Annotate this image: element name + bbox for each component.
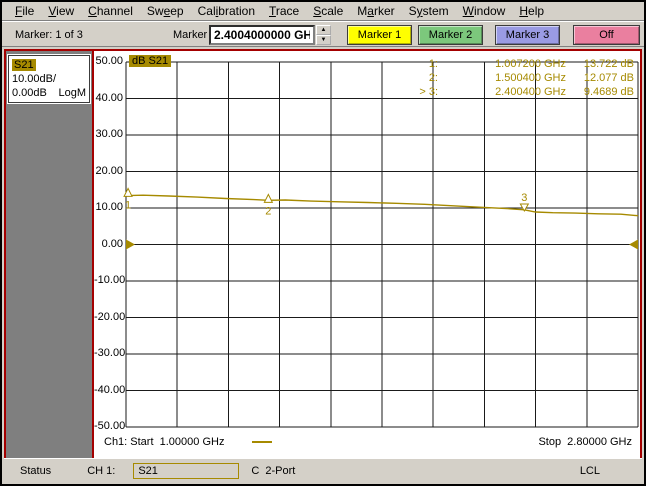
menu-item-system[interactable]: System [402,3,456,19]
trace-title-badge: dB S21 [129,55,172,67]
menu-bar: File View Channel Sweep Calibration Trac… [2,2,644,21]
y-axis-tick-label: -10.00 [94,274,126,286]
trace-scale-label: 10.00dB/ [12,73,57,85]
marker-number: 1 [125,199,131,211]
trace-reference-label: 0.00dB [12,87,47,99]
trace-status-panel: S21 10.00dB/ 0.00dB LogM [6,51,94,458]
calibration-status-label: C 2-Port [251,464,296,477]
menu-item-marker[interactable]: Marker [350,3,401,19]
y-axis-tick-label: 40.00 [95,91,123,104]
trace-plot[interactable]: 1 2 3 [123,61,639,428]
y-axis-tick-label: 20.00 [95,164,123,177]
marker-off-button[interactable]: Off [573,25,640,45]
marker-frequency-input[interactable] [209,25,315,45]
marker-3-button[interactable]: Marker 3 [495,25,560,45]
marker-readout: 1: 1.007200 GHz 13.722 dB 2: 1.500400 GHz 12.… [406,58,634,99]
marker-readout-number: > 3: [419,86,438,98]
y-axis-tick-label: -40.00 [94,383,126,396]
menu-item-window[interactable]: Window [456,3,513,19]
marker-1-button[interactable]: Marker 1 [347,25,412,45]
graticule-area: dB S21 50.00 40.00 30.00 20.00 10.00 0.00 -10.… [94,51,640,458]
menu-item-file[interactable]: File [8,3,41,19]
y-axis-tick-label: -30.00 [94,347,126,359]
start-frequency-label: Ch1: Start 1.00000 GHz [104,436,225,448]
reference-level-arrow-right [629,239,638,250]
y-axis-tick-label: -50.00 [94,420,126,432]
menu-item-scale[interactable]: Scale [306,3,350,19]
menu-item-help[interactable]: Help [512,3,551,19]
menu-item-trace[interactable]: Trace [262,3,306,19]
marker-symbol [123,187,133,197]
trace-status-box[interactable]: S21 10.00dB/ 0.00dB LogM [7,54,91,104]
marker-symbol [263,193,274,203]
marker-readout-frequency: 2.400400 GHz [495,86,566,98]
marker-readout-frequency: 1.007200 GHz [495,58,566,70]
trace-format-label: LogM [58,87,86,99]
y-axis-tick-label: -20.00 [94,310,126,323]
y-axis-tick-label: 0.00 [101,237,123,250]
spin-up-button[interactable]: ▲ [316,25,331,35]
menu-item-channel[interactable]: Channel [81,3,140,19]
channel-window: S21 10.00dB/ 0.00dB LogM dB S21 50.00 40.… [4,49,642,460]
marker-number: 3 [521,192,527,204]
lcl-label: LCL [579,464,600,477]
status-label: Status [20,464,52,477]
stop-frequency-label: Stop 2.80000 GHz [538,436,632,448]
menu-item-view[interactable]: View [41,3,81,19]
frequency-spinner: ▲ ▼ [316,25,331,45]
marker-readout-value: 9.4689 dB [583,86,634,98]
marker-readout-number: 1: [428,58,438,70]
spin-down-button[interactable]: ▼ [316,35,331,45]
measurement-box[interactable]: S21 [133,462,240,479]
marker-number: 2 [265,205,271,217]
marker-toolbar: Marker: 1 of 3 Marker 3 ▲▼ Marker 1 Mark… [2,21,644,47]
y-axis-tick-label: 30.00 [95,128,123,140]
status-bar: Status CH 1: S21 C 2-Port LCL [4,458,642,482]
menu-item-calibration[interactable]: Calibration [191,3,262,19]
marker-2-button[interactable]: Marker 2 [418,25,483,45]
marker-readout-number: 2: [428,72,438,84]
trace-name-badge[interactable]: S21 [12,59,36,71]
marker-readout-frequency: 1.500400 GHz [495,72,566,84]
y-axis-tick-label: 10.00 [95,201,123,213]
marker-readout-value: 13.722 dB [583,58,634,70]
marker-status-label: Marker: 1 of 3 [15,29,83,41]
vna-app-window: File View Channel Sweep Calibration Trac… [0,0,646,486]
y-axis-tick-label: 50.00 [95,55,123,67]
reference-level-arrow-left [126,239,135,250]
trace-legend-dash [252,441,273,443]
menu-item-sweep[interactable]: Sweep [140,3,191,19]
x-axis-annotation: Ch1: Start 1.00000 GHz Stop 2.80000 GHz [104,436,632,448]
channel-label: CH 1: [87,464,116,477]
marker-readout-value: 12.077 dB [583,72,634,84]
